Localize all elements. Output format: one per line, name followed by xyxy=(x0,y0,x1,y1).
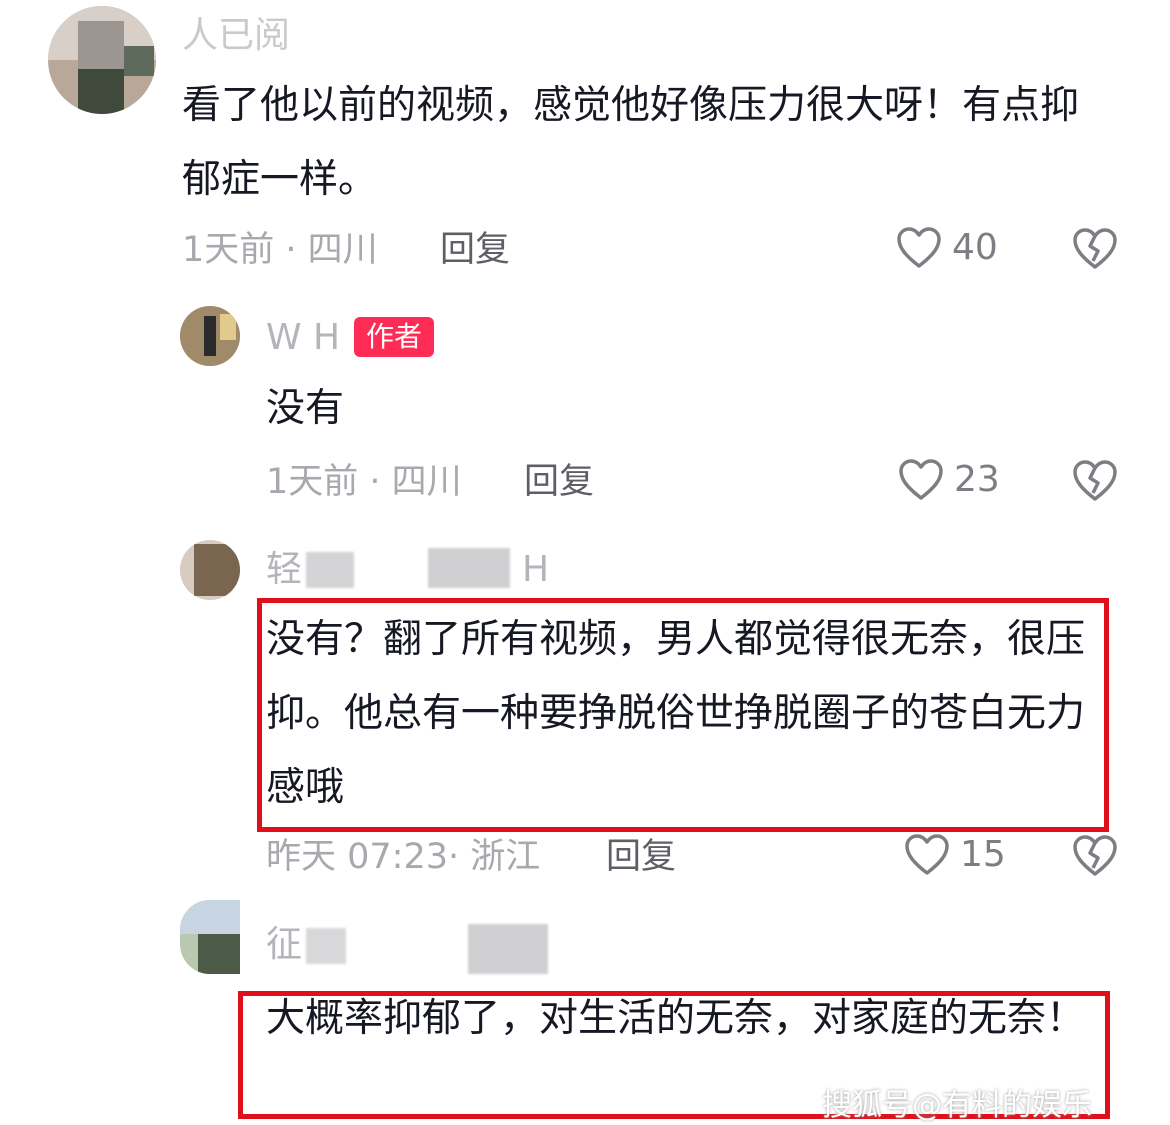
like-button[interactable]: 23 xyxy=(898,458,1000,502)
author-name[interactable]: W H xyxy=(266,318,340,358)
blurred-name xyxy=(306,552,354,588)
comment-time-location: 1天前 · 四川 xyxy=(266,462,462,502)
reply-button[interactable]: 回复 xyxy=(606,837,676,877)
heart-outline-icon xyxy=(905,834,949,875)
heart-outline-icon xyxy=(897,227,941,268)
avatar[interactable] xyxy=(180,900,240,974)
comment-text: 没有 xyxy=(266,386,345,431)
blurred-name xyxy=(428,548,510,588)
avatar[interactable] xyxy=(180,540,240,600)
like-count: 23 xyxy=(954,459,1000,500)
comment-time-location: 昨天 07:23· 浙江 xyxy=(266,837,541,877)
like-count: 40 xyxy=(952,227,998,268)
commenter-name-prefix[interactable]: 征 xyxy=(266,925,302,965)
like-count: 15 xyxy=(960,834,1006,875)
blurred-name xyxy=(468,924,548,974)
author-badge: 作者 xyxy=(354,317,435,357)
reply-button[interactable]: 回复 xyxy=(440,230,510,270)
comment-text: 看了他以前的视频，感觉他好像压力很大呀！有点抑郁症一样。 xyxy=(182,83,1080,202)
commenter-name-suffix[interactable]: H xyxy=(522,550,549,590)
commenter-name[interactable]: 人已阅 xyxy=(182,16,290,56)
like-button[interactable]: 40 xyxy=(896,226,998,270)
reply-button[interactable]: 回复 xyxy=(524,462,594,502)
comment-text: 没有？翻了所有视频，男人都觉得很无奈，很压抑。他总有一种要挣脱俗世挣脱圈子的苍白… xyxy=(266,617,1086,810)
avatar[interactable] xyxy=(48,6,156,114)
watermark: 搜狐号@有料的娱乐 xyxy=(822,1088,1092,1123)
heart-outline-icon xyxy=(899,459,943,500)
broken-heart-icon[interactable] xyxy=(1072,459,1118,503)
broken-heart-icon[interactable] xyxy=(1072,227,1118,271)
comment-text: 大概率抑郁了，对生活的无奈，对家庭的无奈！ xyxy=(266,996,1086,1041)
broken-heart-icon[interactable] xyxy=(1072,834,1118,878)
avatar[interactable] xyxy=(180,306,240,366)
comment-time-location: 1天前 · 四川 xyxy=(182,230,378,270)
like-button[interactable]: 15 xyxy=(904,833,1006,877)
blurred-name xyxy=(306,928,346,964)
commenter-name-prefix[interactable]: 轻 xyxy=(266,550,302,590)
